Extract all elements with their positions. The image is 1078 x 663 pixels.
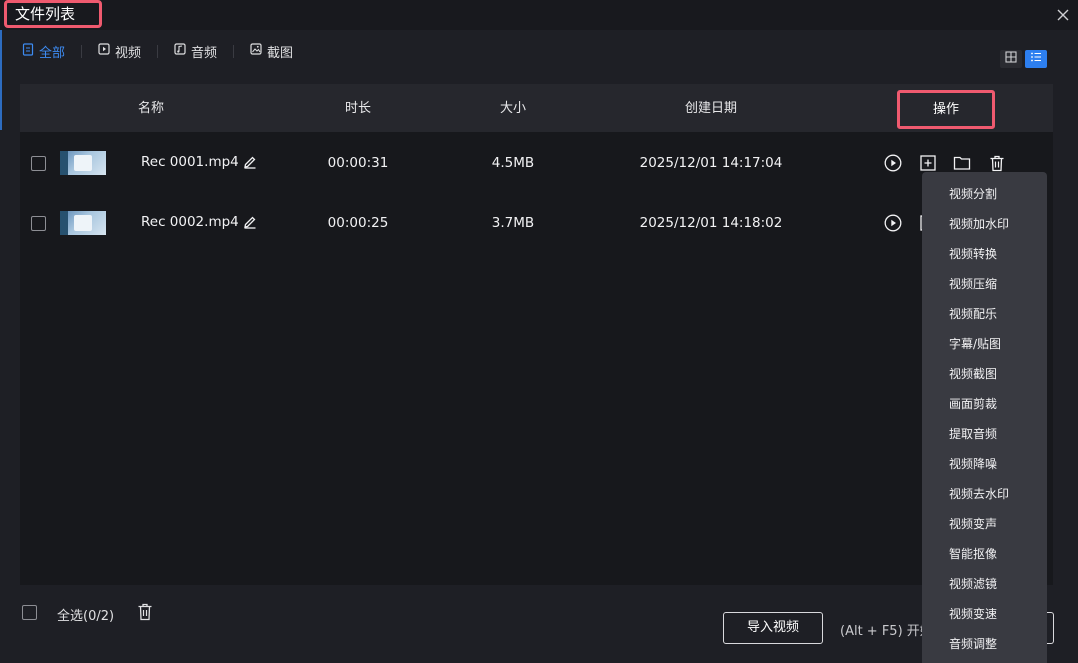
size-cell: 3.7MB (491, 215, 535, 231)
select-all-checkbox[interactable] (22, 605, 37, 620)
add-icon[interactable] (919, 154, 937, 172)
created-cell: 2025/12/01 14:17:04 (639, 155, 783, 171)
delete-selected-trash-icon[interactable] (137, 603, 153, 621)
duration-cell: 00:00:31 (327, 155, 389, 171)
menu-item-video-split[interactable]: 视频分割 (949, 185, 997, 202)
table-header: 名称 时长 大小 创建日期 操作 (20, 84, 1053, 132)
select-all-label: 全选(0/2) (57, 609, 115, 624)
image-icon (250, 43, 262, 59)
close-icon[interactable] (1054, 6, 1072, 24)
tab-video[interactable]: 视频 (98, 42, 141, 61)
menu-item-subtitles-stickers[interactable]: 字幕/贴图 (949, 335, 1001, 352)
title-bar: 文件列表 (0, 0, 1078, 30)
row-checkbox[interactable] (31, 216, 46, 231)
video-icon (98, 43, 110, 59)
header-actions: 操作 (897, 90, 995, 129)
menu-item-video-filter[interactable]: 视频滤镜 (949, 575, 997, 592)
menu-item-background-music[interactable]: 视频配乐 (949, 305, 997, 322)
menu-item-smart-cutout[interactable]: 智能抠像 (949, 545, 997, 562)
play-icon[interactable] (884, 154, 902, 172)
start-hint: (Alt + F5) 开始 (840, 624, 933, 639)
tab-screenshot[interactable]: 截图 (250, 42, 293, 61)
menu-item-audio-adjust[interactable]: 音频调整 (949, 635, 997, 652)
header-duration: 时长 (344, 101, 372, 116)
window-edge-accent (0, 30, 2, 130)
menu-item-video-compress[interactable]: 视频压缩 (949, 275, 997, 292)
tab-divider (157, 44, 159, 58)
trash-icon[interactable] (988, 154, 1006, 172)
menu-item-add-watermark[interactable]: 视频加水印 (949, 215, 1009, 232)
video-thumbnail (60, 151, 106, 175)
window-title: 文件列表 (4, 0, 102, 28)
menu-item-denoise[interactable]: 视频降噪 (949, 455, 997, 472)
edit-icon[interactable] (243, 155, 257, 169)
file-name: Rec 0002.mp4 (141, 214, 239, 230)
view-toggle (1000, 50, 1047, 68)
list-view-icon (1030, 51, 1042, 67)
footer: 全选(0/2) 导入视频 (Alt + F5) 开始 (0, 585, 1078, 663)
file-icon (22, 42, 34, 60)
edit-icon[interactable] (243, 215, 257, 229)
row-checkbox[interactable] (31, 156, 46, 171)
tab-screenshot-label: 截图 (267, 45, 294, 61)
actions-context-menu: 视频分割 视频加水印 视频转换 视频压缩 视频配乐 字幕/贴图 视频截图 画面剪… (922, 172, 1047, 663)
menu-item-voice-change[interactable]: 视频变声 (949, 515, 997, 532)
tab-audio-label: 音频 (191, 45, 218, 61)
list-view-button[interactable] (1025, 50, 1047, 68)
tab-divider (233, 44, 235, 58)
menu-item-extract-audio[interactable]: 提取音频 (949, 425, 997, 442)
folder-icon[interactable] (953, 154, 971, 172)
menu-item-video-speed[interactable]: 视频变速 (949, 605, 997, 622)
file-name-cell: Rec 0001.mp4 (141, 154, 257, 170)
menu-item-video-screenshot[interactable]: 视频截图 (949, 365, 997, 382)
menu-item-crop[interactable]: 画面剪裁 (949, 395, 997, 412)
tab-all-label: 全部 (39, 45, 66, 61)
tab-video-label: 视频 (115, 45, 142, 61)
table-row: Rec 0001.mp4 00:00:31 4.5MB 2025/12/01 1… (20, 132, 1053, 192)
file-name-cell: Rec 0002.mp4 (141, 214, 257, 230)
created-cell: 2025/12/01 14:18:02 (639, 215, 783, 231)
header-name: 名称 (137, 101, 165, 116)
play-icon[interactable] (884, 214, 902, 232)
duration-cell: 00:00:25 (327, 215, 389, 231)
filter-tabs: 全部 视频 音频 截图 (22, 42, 293, 61)
header-size: 大小 (499, 101, 527, 116)
tab-divider (81, 44, 83, 58)
tab-audio[interactable]: 音频 (174, 42, 217, 61)
file-name: Rec 0001.mp4 (141, 154, 239, 170)
tab-all[interactable]: 全部 (22, 42, 65, 61)
header-created: 创建日期 (684, 101, 738, 116)
table-row: Rec 0002.mp4 00:00:25 3.7MB 2025/12/01 1… (20, 192, 1053, 252)
menu-item-remove-watermark[interactable]: 视频去水印 (949, 485, 1009, 502)
import-video-button[interactable]: 导入视频 (723, 612, 823, 644)
menu-item-video-convert[interactable]: 视频转换 (949, 245, 997, 262)
grid-view-button[interactable] (1000, 50, 1022, 68)
grid-view-icon (1005, 51, 1017, 67)
video-thumbnail (60, 211, 106, 235)
file-table: 名称 时长 大小 创建日期 操作 Rec 0001.mp4 00:00:31 4… (20, 84, 1053, 585)
audio-icon (174, 43, 186, 59)
size-cell: 4.5MB (491, 155, 535, 171)
